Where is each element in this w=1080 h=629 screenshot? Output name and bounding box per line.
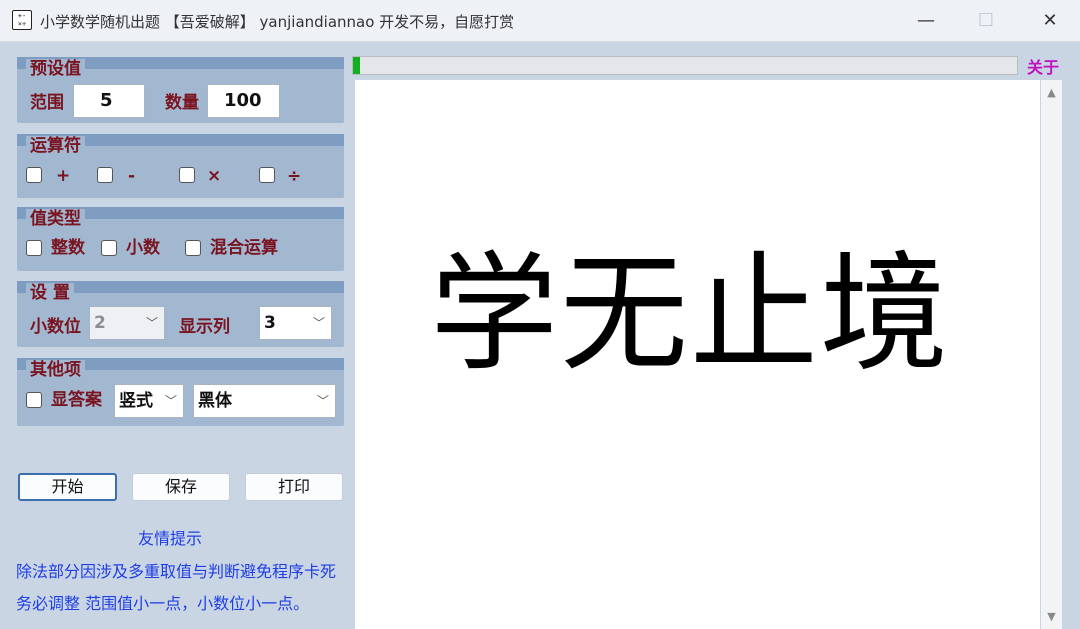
- range-label: 范围: [30, 93, 64, 113]
- show-answer-label: 显答案: [51, 390, 102, 410]
- font-value: 黑体: [198, 391, 232, 411]
- scroll-up-icon[interactable]: ▲: [1041, 86, 1062, 99]
- decimal-places-label: 小数位: [30, 317, 81, 337]
- font-select[interactable]: 黑体 ﹀: [193, 384, 336, 418]
- plus-label: +: [56, 166, 71, 186]
- save-button[interactable]: 保存: [132, 473, 230, 501]
- columns-select[interactable]: 3 ﹀: [259, 306, 332, 340]
- operators-group: 运算符 + - × ÷: [17, 134, 344, 198]
- about-link[interactable]: 关于: [1027, 54, 1059, 78]
- tips-line-2: 务必调整 范围值小一点，小数位小一点。: [16, 594, 310, 613]
- maximize-button[interactable]: ☐: [966, 8, 1006, 34]
- range-input[interactable]: 5: [73, 84, 145, 118]
- tips-title: 友情提示: [137, 529, 202, 548]
- multiply-label: ×: [207, 166, 222, 186]
- scroll-down-icon[interactable]: ▼: [1041, 610, 1062, 623]
- title-bar: +- ×÷ 小学数学随机出题 【吾爱破解】 yanjiandiannao 开发不易…: [0, 0, 1080, 42]
- close-button[interactable]: ✕: [1030, 8, 1070, 34]
- value-type-group-title: 值类型: [26, 209, 85, 229]
- window-title: 小学数学随机出题 【吾爱破解】 yanjiandiannao 开发不易，自愿打赏: [40, 13, 515, 31]
- settings-group: 设 置 小数位 2 ﹀ 显示列 3 ﹀: [17, 281, 344, 347]
- settings-panel: 预设值 范围 5 数量 100 运算符 + - × ÷ 值类型 整数 小数 混合…: [0, 43, 352, 629]
- count-input[interactable]: 100: [207, 84, 280, 118]
- plus-checkbox[interactable]: [26, 167, 42, 183]
- columns-value: 3: [264, 313, 276, 333]
- count-label: 数量: [165, 93, 199, 113]
- display-text: 学无止境: [430, 240, 951, 389]
- multiply-checkbox[interactable]: [179, 167, 195, 183]
- show-answer-checkbox[interactable]: [26, 392, 42, 408]
- chevron-down-icon: ﹀: [312, 316, 325, 330]
- progress-fill: [353, 57, 360, 74]
- decimal-type-label: 小数: [126, 238, 160, 258]
- chevron-down-icon: ﹀: [316, 394, 329, 408]
- other-group-title: 其他项: [26, 360, 85, 380]
- columns-label: 显示列: [179, 317, 230, 337]
- divide-label: ÷: [287, 166, 302, 186]
- divide-checkbox[interactable]: [259, 167, 275, 183]
- layout-select[interactable]: 竖式 ﹀: [114, 384, 184, 418]
- value-type-group: 值类型 整数 小数 混合运算: [17, 207, 344, 271]
- print-button[interactable]: 打印: [245, 473, 343, 501]
- minus-checkbox[interactable]: [97, 167, 113, 183]
- chevron-down-icon: ﹀: [164, 394, 177, 408]
- integer-label: 整数: [51, 238, 85, 258]
- decimal-checkbox[interactable]: [101, 240, 117, 256]
- start-button[interactable]: 开始: [18, 473, 117, 501]
- other-group: 其他项 显答案 竖式 ﹀ 黑体 ﹀: [17, 358, 344, 426]
- progress-bar: [352, 56, 1018, 75]
- settings-group-title: 设 置: [26, 283, 74, 303]
- minimize-button[interactable]: —: [906, 8, 946, 34]
- layout-value: 竖式: [119, 391, 153, 411]
- preset-group-title: 预设值: [26, 59, 85, 79]
- chevron-down-icon: ﹀: [145, 316, 158, 330]
- integer-checkbox[interactable]: [26, 240, 42, 256]
- mixed-checkbox[interactable]: [185, 240, 201, 256]
- preset-group: 预设值 范围 5 数量 100: [17, 57, 344, 123]
- decimal-places-value: 2: [94, 313, 106, 333]
- calculator-icon: +- ×÷: [12, 10, 32, 30]
- vertical-scrollbar[interactable]: ▲ ▼: [1041, 80, 1062, 629]
- minus-label: -: [128, 166, 136, 186]
- decimal-places-select[interactable]: 2 ﹀: [89, 306, 165, 340]
- tips-line-1: 除法部分因涉及多重取值与判断避免程序卡死: [16, 562, 337, 581]
- output-area[interactable]: 学无止境: [355, 80, 1040, 629]
- mixed-label: 混合运算: [210, 238, 278, 258]
- operators-group-title: 运算符: [26, 136, 85, 156]
